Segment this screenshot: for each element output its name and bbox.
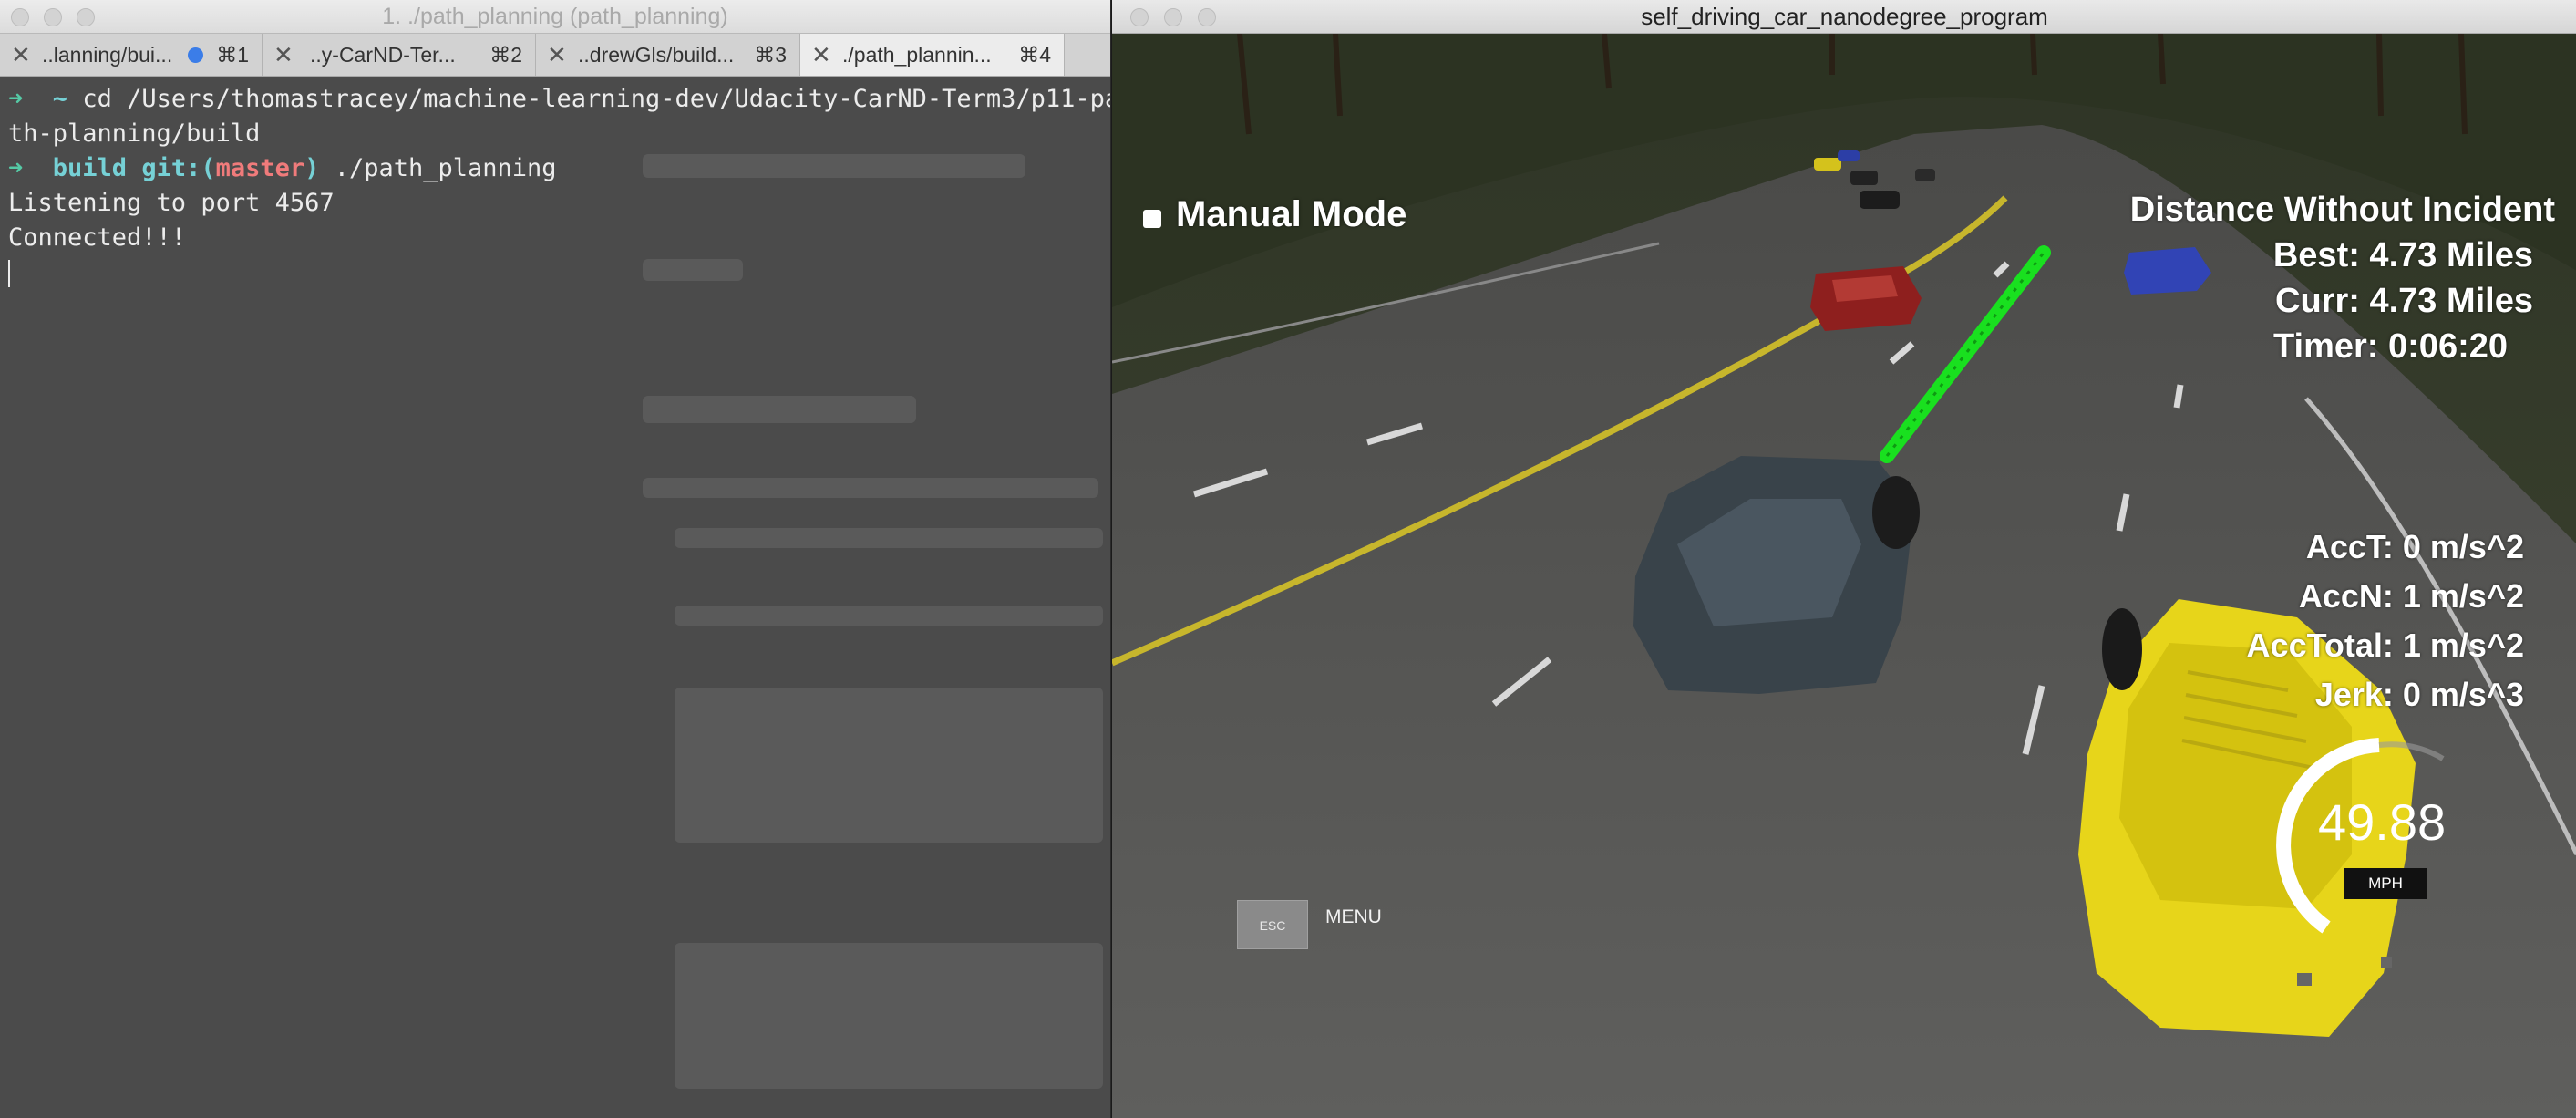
tab-label: ..y-CarND-Ter... [310,43,456,67]
terminal-titlebar: 1. ./path_planning (path_planning) [0,0,1110,34]
dark-car-wheel [1872,476,1920,549]
text-cursor [8,259,10,287]
background-ghost [643,478,1098,498]
background-ghost [643,396,916,423]
tab-2[interactable]: ✕ ..y-CarND-Ter... ⌘2 [263,34,536,76]
acc-total: AccTotal: 1 m/s^2 [2246,626,2524,664]
background-ghost [675,943,1103,1089]
tab-1[interactable]: ✕ ..lanning/bui... ⌘1 [0,34,263,76]
tab-label: ./path_plannin... [842,43,992,67]
tab-label: ..lanning/bui... [42,43,173,67]
background-ghost [675,688,1103,843]
close-tab-icon[interactable]: ✕ [273,41,294,69]
far-car [1915,169,1935,181]
terminal-cursor-line [8,255,1110,290]
speedometer-unit: MPH [2344,868,2427,899]
far-car [1814,158,1841,171]
terminal-line: Listening to port 4567 [8,189,335,217]
terminal-line: th-planning/build [8,119,261,148]
acc-t: AccT: 0 m/s^2 [2305,528,2524,565]
tab-shortcut: ⌘4 [1018,43,1051,67]
ego-car-light [2297,973,2312,986]
blue-car [2124,247,2211,295]
acc-n: AccN: 1 m/s^2 [2298,577,2524,615]
tab-3[interactable]: ✕ ..drewGls/build... ⌘3 [536,34,800,76]
terminal-line: ➜ ~ cd /Users/thomastracey/machine-learn… [8,85,1110,113]
ego-car-wheel [2102,608,2142,690]
menu-label[interactable]: MENU [1325,906,1382,928]
timer: Timer: 0:06:20 [2273,327,2508,366]
background-ghost [675,606,1103,626]
simulator-window-title: self_driving_car_nanodegree_program [1641,3,2048,30]
distance-title: Distance Without Incident [2129,191,2555,229]
tab-shortcut: ⌘2 [489,43,522,67]
terminal-output[interactable]: ➜ ~ cd /Users/thomastracey/machine-learn… [0,77,1110,1118]
terminal-tab-bar: ✕ ..lanning/bui... ⌘1 ✕ ..y-CarND-Ter...… [0,34,1110,77]
far-car [1860,191,1900,209]
manual-mode-label[interactable]: Manual Mode [1176,194,1406,235]
ego-car-light [2381,957,2392,968]
tab-label: ..drewGls/build... [578,43,735,67]
tab-shortcut: ⌘1 [216,43,249,67]
terminal-window-title: 1. ./path_planning (path_planning) [382,4,728,29]
far-car [1850,171,1878,185]
manual-mode-checkbox[interactable] [1143,210,1161,228]
esc-key-button[interactable]: ESC [1237,900,1308,949]
jerk: Jerk: 0 m/s^3 [2314,676,2524,713]
close-tab-icon[interactable]: ✕ [547,41,567,69]
background-ghost [675,528,1103,548]
simulator-viewport[interactable]: Manual Mode Distance Without Incident Be… [1112,33,2576,1118]
simulator-titlebar: self_driving_car_nanodegree_program [1112,0,2576,34]
best-distance: Best: 4.73 Miles [2272,236,2533,274]
close-tab-icon[interactable]: ✕ [811,41,831,69]
terminal-window: 1. ./path_planning (path_planning) ✕ ..l… [0,0,1110,1118]
activity-dot-icon [188,47,203,63]
far-car [1838,150,1860,161]
terminal-line: ➜ build git:(master) ./path_planning [8,154,557,182]
tab-4[interactable]: ✕ ./path_plannin... ⌘4 [800,34,1065,76]
simulator-window: self_driving_car_nanodegree_program Manu… [1111,0,2576,1118]
current-distance: Curr: 4.73 Miles [2275,282,2533,320]
speedometer-value: 49.88 [2318,793,2447,851]
terminal-line: Connected!!! [8,223,187,252]
tab-shortcut: ⌘3 [754,43,787,67]
close-tab-icon[interactable]: ✕ [11,41,31,69]
